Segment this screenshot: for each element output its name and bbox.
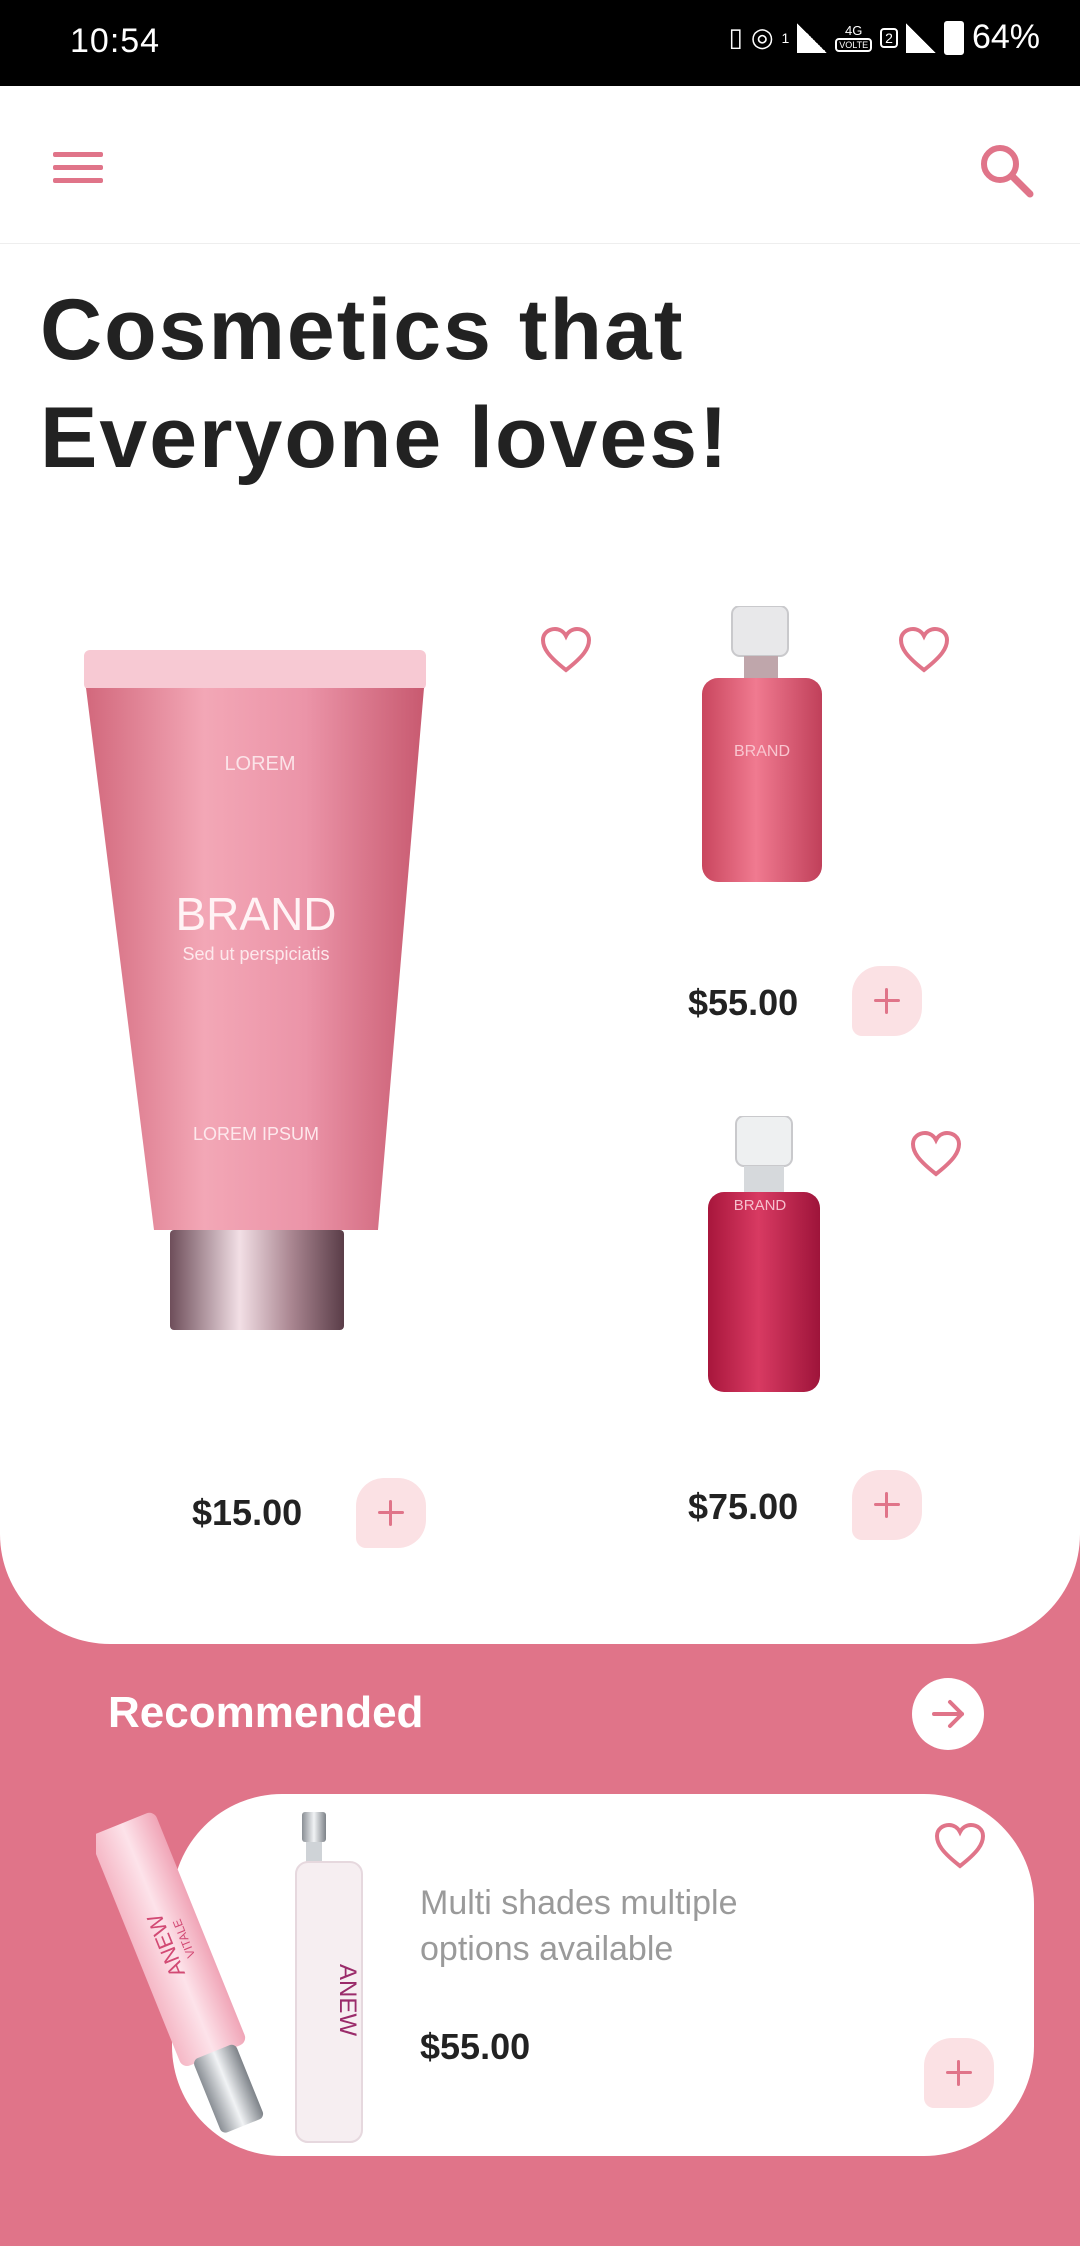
network-type-label: 4G — [845, 22, 863, 38]
product-price: $55.00 — [688, 982, 799, 1023]
recommended-bottle-brand: ANEW — [334, 1964, 361, 2036]
bottle-brand-label: BRAND — [734, 743, 790, 760]
hotspot-icon: ◎ — [750, 22, 774, 52]
status-time: 10:54 — [70, 22, 161, 60]
page-headline: Cosmetics that Everyone loves! — [40, 282, 730, 486]
bottle-brand-label: BRAND — [734, 1197, 787, 1214]
product-price: $15.00 — [192, 1492, 303, 1533]
status-bar: 10:54 ▯ ◎ 1 4G VOLTE 2 64% — [0, 0, 1080, 86]
battery-percent: 64% — [971, 18, 1040, 56]
arrow-right-icon[interactable] — [912, 1678, 984, 1750]
status-icons: ▯ ◎ 1 4G VOLTE 2 64% — [729, 18, 1041, 57]
product-image-spray-bottle[interactable]: BRAND — [696, 606, 846, 886]
hamburger-menu-icon[interactable] — [44, 144, 112, 200]
add-to-cart-button[interactable] — [852, 966, 922, 1036]
favorite-heart-icon[interactable] — [898, 626, 950, 674]
add-to-cart-button[interactable] — [924, 2038, 994, 2108]
favorite-heart-icon[interactable] — [934, 1822, 986, 1870]
tube-label-top: LOREM — [224, 753, 295, 775]
add-to-cart-button[interactable] — [852, 1470, 922, 1540]
product-image-serum-bottle[interactable]: BRAND — [700, 1116, 840, 1396]
favorite-heart-icon[interactable] — [910, 1130, 962, 1178]
recommended-description: Multi shades multiple options available — [420, 1884, 738, 1968]
battery-icon — [943, 20, 964, 55]
product-image-tube[interactable]: LOREM BRAND Sed ut perspiciatis LOREM IP… — [70, 640, 490, 1360]
favorite-heart-icon[interactable] — [540, 626, 592, 674]
network-type: 4G VOLTE — [835, 22, 873, 52]
add-to-cart-button[interactable] — [356, 1478, 426, 1548]
vibrate-icon: ▯ — [728, 22, 743, 52]
recommended-title: Recommended — [108, 1688, 424, 1737]
signal-one-icon — [797, 22, 828, 53]
volte-indicator: VOLTE — [835, 37, 873, 52]
tube-label-brand: BRAND — [175, 888, 336, 940]
tube-label-bottom: LOREM IPSUM — [193, 1124, 319, 1144]
tube-label-tagline: Sed ut perspiciatis — [182, 944, 329, 964]
app-bar — [0, 86, 1080, 244]
sim-two-indicator: 2 — [880, 27, 898, 48]
sim-one-indicator: 1 — [781, 29, 790, 46]
recommended-product-image[interactable]: ANEW VITALE ANEW — [96, 1800, 386, 2150]
recommended-price: $55.00 — [420, 2026, 531, 2067]
search-icon[interactable] — [972, 136, 1042, 206]
product-price: $75.00 — [688, 1486, 799, 1527]
signal-two-icon — [905, 22, 936, 53]
